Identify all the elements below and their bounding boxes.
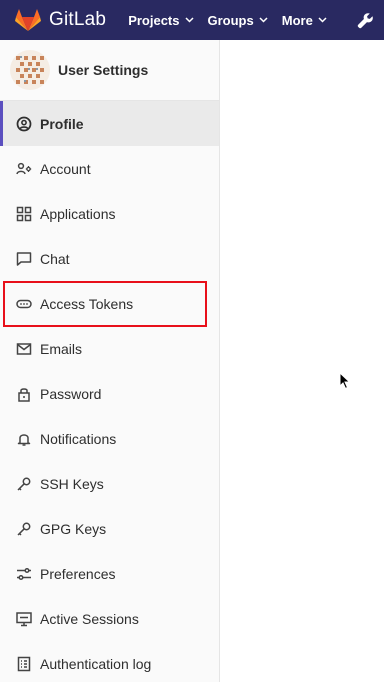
token-icon [16, 296, 32, 312]
preferences-icon [16, 566, 32, 582]
nav-groups-label: Groups [207, 12, 254, 28]
settings-menu: Profile Account Applications Chat Access… [0, 101, 219, 686]
sidebar-item-account[interactable]: Account [0, 146, 219, 191]
sidebar-item-label: Chat [40, 250, 70, 267]
sidebar-item-gpg-keys[interactable]: GPG Keys [0, 506, 219, 551]
sidebar-item-label: Emails [40, 340, 83, 357]
main-nav: Projects Groups More [128, 0, 341, 40]
brand-home-link[interactable]: GitLab [15, 0, 106, 40]
avatar [10, 50, 50, 90]
sidebar-item-notifications[interactable]: Notifications [0, 416, 219, 461]
nav-projects-label: Projects [128, 12, 180, 28]
sidebar-item-label: GPG Keys [40, 520, 107, 537]
avatar-pattern-icon [10, 50, 50, 90]
chevron-down-icon [184, 17, 194, 23]
bell-icon [16, 431, 32, 447]
brand-name: GitLab [49, 9, 107, 30]
sidebar-item-label: Access Tokens [40, 295, 134, 312]
lock-icon [16, 386, 32, 402]
sidebar-title: User Settings [58, 62, 149, 78]
sidebar-item-access-tokens[interactable]: Access Tokens [0, 281, 219, 326]
sidebar-item-label: Applications [40, 205, 116, 222]
sidebar-item-label: Notifications [40, 430, 117, 447]
top-navbar: GitLab Projects Groups More [0, 0, 384, 40]
key-icon [16, 476, 32, 492]
sidebar-item-profile[interactable]: Profile [0, 101, 219, 146]
sidebar-item-emails[interactable]: Emails [0, 326, 219, 371]
sidebar-item-preferences[interactable]: Preferences [0, 551, 219, 596]
sidebar-item-label: Account [40, 160, 91, 177]
user-circle-icon [16, 116, 32, 132]
sidebar-item-label: Active Sessions [40, 610, 139, 627]
sidebar-item-label: Password [40, 385, 102, 402]
nav-more-label: More [281, 12, 313, 28]
chat-icon [16, 251, 32, 267]
chevron-down-icon [318, 17, 327, 23]
nav-more-dropdown[interactable]: More [282, 0, 327, 40]
mouse-cursor-icon [339, 372, 351, 390]
nav-projects-dropdown[interactable]: Projects [128, 0, 194, 40]
sidebar-item-label: Authentication log [40, 655, 152, 672]
nav-groups-dropdown[interactable]: Groups [208, 0, 268, 40]
log-icon [16, 656, 32, 672]
settings-sidebar: User Settings Profile Account Applicatio… [0, 40, 220, 682]
sidebar-item-authentication-log[interactable]: Authentication log [0, 641, 219, 686]
key-icon [16, 521, 32, 537]
sidebar-item-active-sessions[interactable]: Active Sessions [0, 596, 219, 641]
sidebar-item-label: Profile [40, 115, 84, 132]
sidebar-context-header[interactable]: User Settings [0, 40, 219, 101]
sidebar-item-applications[interactable]: Applications [0, 191, 219, 236]
mail-icon [16, 341, 32, 357]
sidebar-item-chat[interactable]: Chat [0, 236, 219, 281]
applications-icon [16, 206, 32, 222]
chevron-down-icon [259, 17, 268, 23]
sidebar-item-label: Preferences [40, 565, 116, 582]
monitor-icon [16, 611, 32, 627]
wrench-icon[interactable] [357, 12, 374, 29]
account-icon [16, 161, 32, 177]
gitlab-logo-icon [15, 9, 41, 31]
sidebar-item-label: SSH Keys [40, 475, 104, 492]
sidebar-item-password[interactable]: Password [0, 371, 219, 416]
sidebar-item-ssh-keys[interactable]: SSH Keys [0, 461, 219, 506]
